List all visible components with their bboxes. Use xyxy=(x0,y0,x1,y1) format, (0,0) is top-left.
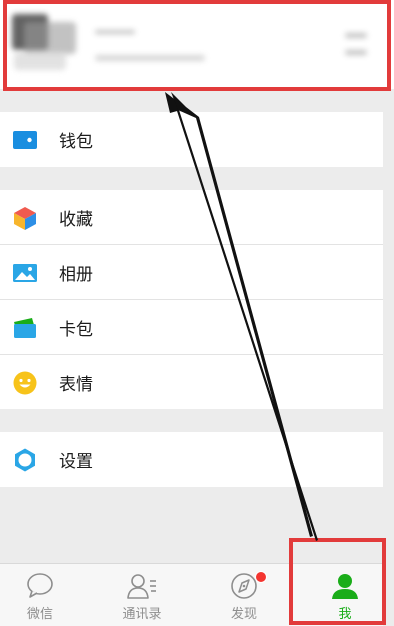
menu-item-stickers-label: 表情 xyxy=(59,375,93,395)
menu-item-wallet[interactable]: 钱包 xyxy=(0,112,383,167)
tab-discover-label: 发现 xyxy=(230,607,257,622)
profile-name-redacted xyxy=(95,30,135,34)
profile-header[interactable] xyxy=(0,0,394,89)
bottom-tab-bar: 微信 通讯录 发现 我 xyxy=(0,563,383,626)
tab-me[interactable]: 我 xyxy=(305,564,385,626)
menu-item-album[interactable]: 相册 xyxy=(0,245,383,300)
chat-bubble-icon xyxy=(27,573,53,598)
menu-item-settings[interactable]: 设置 xyxy=(0,432,383,487)
menu-item-album-label: 相册 xyxy=(59,265,93,285)
menu-group-settings: 设置 xyxy=(0,432,383,487)
profile-avatar-redacted-bottom xyxy=(14,52,66,70)
menu-item-favorites-label: 收藏 xyxy=(59,210,93,230)
card-pack-icon xyxy=(14,317,36,338)
profile-qr-redacted-top xyxy=(345,33,367,38)
menu-item-favorites[interactable]: 收藏 xyxy=(0,190,383,245)
menu-group-wallet: 钱包 xyxy=(0,112,383,167)
tab-contacts[interactable]: 通讯录 xyxy=(100,564,184,626)
profile-avatar-redacted-overlay xyxy=(24,22,76,54)
sticker-smile-icon xyxy=(13,371,37,394)
wallet-icon xyxy=(13,130,37,149)
menu-item-settings-label: 设置 xyxy=(59,452,93,472)
album-image-icon xyxy=(13,263,37,282)
profile-qr-redacted-bottom xyxy=(345,50,367,55)
tab-discover[interactable]: 发现 xyxy=(203,564,285,626)
tab-chats[interactable]: 微信 xyxy=(0,564,80,626)
tab-contacts-label: 通讯录 xyxy=(122,607,162,622)
menu-item-card-pack-label: 卡包 xyxy=(59,320,93,340)
me-person-icon xyxy=(332,574,358,599)
settings-gear-icon xyxy=(15,448,35,471)
discover-badge-dot xyxy=(255,571,267,583)
menu-group-main: 收藏 相册 卡包 表情 xyxy=(0,190,383,409)
tab-chats-label: 微信 xyxy=(26,607,53,622)
contacts-icon xyxy=(127,574,156,599)
favorites-cube-icon xyxy=(14,206,36,230)
menu-item-wallet-label: 钱包 xyxy=(59,132,93,152)
profile-id-redacted xyxy=(95,55,205,61)
tab-me-label: 我 xyxy=(338,607,352,622)
menu-item-card-pack[interactable]: 卡包 xyxy=(0,300,383,355)
menu-item-stickers[interactable]: 表情 xyxy=(0,355,383,410)
